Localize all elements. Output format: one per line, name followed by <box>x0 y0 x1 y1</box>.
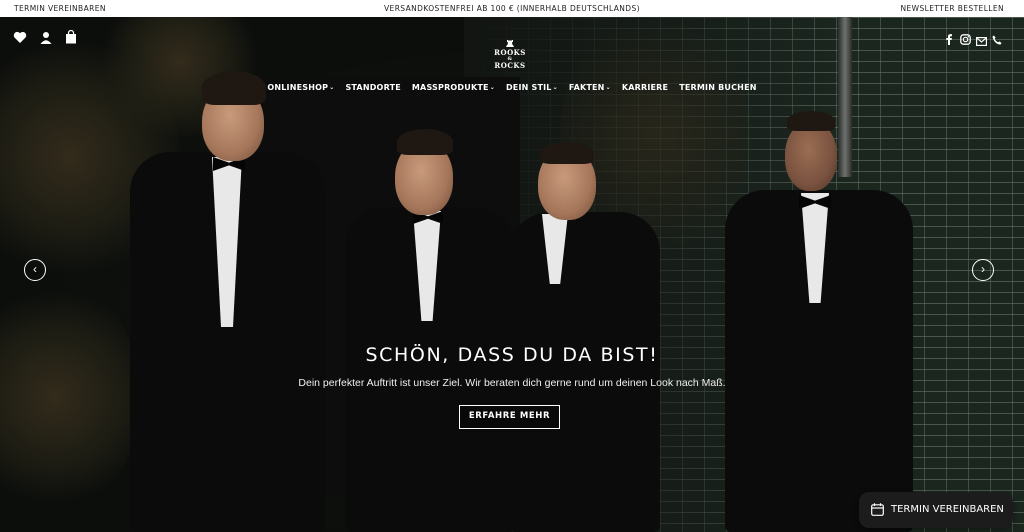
hero-title: SCHÖN, DASS DU DA BIST! <box>365 344 659 366</box>
chevron-down-icon: ⌄ <box>605 84 611 91</box>
hero-banner: ROOKS & ROCKS ONLINESHOP⌄ STANDORTE MASS… <box>0 17 1024 532</box>
model-person-2 <box>345 127 515 532</box>
cart-bag-icon[interactable] <box>65 29 77 44</box>
book-appointment-floating-button[interactable]: TERMIN VEREINBAREN <box>859 492 1013 528</box>
hero-subtitle: Dein perfekter Auftritt ist unser Ziel. … <box>298 377 726 389</box>
phone-icon[interactable] <box>992 32 1002 50</box>
wishlist-heart-icon[interactable] <box>13 31 27 44</box>
brand-logo[interactable]: ROOKS & ROCKS <box>482 39 538 75</box>
learn-more-button[interactable]: ERFAHRE MEHR <box>459 405 560 429</box>
nav-item-fakten[interactable]: FAKTEN⌄ <box>569 83 611 92</box>
book-appointment-label: TERMIN VEREINBAREN <box>891 504 1004 515</box>
newsletter-link[interactable]: NEWSLETTER BESTELLEN <box>901 4 1004 13</box>
nav-item-massprodukte[interactable]: MASSPRODUKTE⌄ <box>412 83 495 92</box>
nav-item-karriere[interactable]: KARRIERE <box>622 83 668 92</box>
model-person-3 <box>500 142 660 532</box>
carousel-next-button[interactable]: › <box>972 259 994 281</box>
chevron-right-icon: › <box>981 262 985 276</box>
facebook-icon[interactable] <box>946 32 952 50</box>
shipping-notice: VERSANDKOSTENFREI AB 100 € (INNERHALB DE… <box>384 4 640 13</box>
main-navigation: ONLINESHOP⌄ STANDORTE MASSPRODUKTE⌄ DEIN… <box>0 83 1024 92</box>
nav-item-standorte[interactable]: STANDORTE <box>345 83 400 92</box>
chevron-down-icon: ⌄ <box>552 84 558 91</box>
nav-item-dein-stil[interactable]: DEIN STIL⌄ <box>506 83 558 92</box>
calendar-icon <box>871 503 884 516</box>
logo-word-2: ROCKS <box>494 61 526 70</box>
email-icon[interactable] <box>976 33 988 51</box>
chevron-down-icon: ⌄ <box>489 84 495 91</box>
nav-item-onlineshop[interactable]: ONLINESHOP⌄ <box>267 83 334 92</box>
model-person-1 <box>130 57 330 532</box>
chevron-down-icon: ⌄ <box>329 84 335 91</box>
chevron-left-icon: ‹ <box>33 262 37 276</box>
chess-rook-icon <box>506 40 514 47</box>
nav-item-termin-buchen[interactable]: TERMIN BUCHEN <box>679 83 756 92</box>
announcement-bar: TERMIN VEREINBAREN VERSANDKOSTENFREI AB … <box>0 0 1024 17</box>
account-user-icon[interactable] <box>40 31 52 44</box>
carousel-prev-button[interactable]: ‹ <box>24 259 46 281</box>
model-person-4 <box>725 105 915 532</box>
instagram-icon[interactable] <box>960 32 971 50</box>
